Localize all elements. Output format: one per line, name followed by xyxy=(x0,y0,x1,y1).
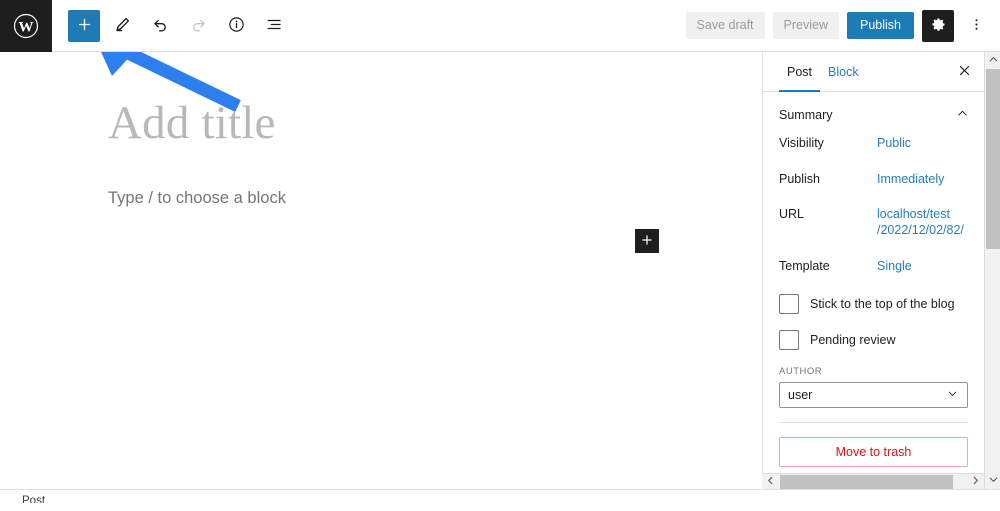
undo-button[interactable] xyxy=(144,10,176,42)
horizontal-scroll-thumb[interactable] xyxy=(780,475,953,489)
plus-icon xyxy=(640,233,654,250)
row-publish: Publish Immediately xyxy=(779,172,968,188)
redo-arrow-icon xyxy=(189,15,208,37)
chevron-up-icon xyxy=(988,52,999,70)
chevron-down-icon xyxy=(946,387,959,403)
publish-label: Publish xyxy=(779,171,820,186)
tab-post[interactable]: Post xyxy=(779,52,820,92)
editor-canvas[interactable]: Add title Type / to choose a block xyxy=(0,52,762,489)
svg-text:W: W xyxy=(18,18,33,35)
toolbar-right-group: Save draft Preview Publish xyxy=(685,9,1000,42)
editor-top-toolbar: W Save draft Preview Publish xyxy=(0,0,1000,52)
pending-review-checkbox[interactable] xyxy=(779,330,799,351)
paragraph-block-placeholder[interactable]: Type / to choose a block xyxy=(108,187,286,210)
summary-section-header[interactable]: Summary xyxy=(763,92,984,136)
scroll-left-button[interactable] xyxy=(762,474,779,490)
tab-block[interactable]: Block xyxy=(820,52,867,92)
settings-sidebar: Post Block Summary Visibility Public Pub… xyxy=(762,52,984,489)
visibility-label: Visibility xyxy=(779,136,824,150)
checkbox-pending-review-row[interactable]: Pending review xyxy=(779,330,968,351)
row-template: Template Single xyxy=(779,259,968,275)
summary-section-body: Visibility Public Publish Immediately UR… xyxy=(763,136,984,468)
author-select[interactable]: user xyxy=(779,382,968,409)
sidebar-tabs: Post Block xyxy=(763,52,984,92)
list-view-button[interactable] xyxy=(258,10,290,42)
save-draft-button[interactable]: Save draft xyxy=(685,12,765,39)
url-value-line-2: /2022/12/02/82/ xyxy=(877,222,964,237)
sidebar-horizontal-scrollbar[interactable] xyxy=(762,473,984,489)
close-sidebar-button[interactable] xyxy=(954,62,974,82)
publish-value[interactable]: Immediately xyxy=(877,172,944,188)
publish-button[interactable]: Publish xyxy=(847,12,914,39)
sticky-checkbox-label: Stick to the top of the blog xyxy=(810,297,955,312)
template-label: Template xyxy=(779,258,830,273)
page-bottom-padding xyxy=(0,503,1000,511)
block-inserter-button[interactable] xyxy=(68,9,100,42)
template-value[interactable]: Single xyxy=(877,259,912,275)
sidebar-divider xyxy=(779,422,968,424)
publish-value-line: Immediately xyxy=(877,171,945,186)
list-view-icon xyxy=(265,15,284,37)
scroll-down-button[interactable] xyxy=(985,472,1000,489)
visibility-value[interactable]: Public xyxy=(877,136,911,152)
tools-button[interactable] xyxy=(106,10,138,42)
wordpress-editor-window: W Save draft Preview Publish Add title T… xyxy=(0,0,1000,511)
post-title-input[interactable]: Add title xyxy=(108,97,276,150)
url-value-line-1: localhost/test xyxy=(877,207,950,222)
url-value[interactable]: localhost/test /2022/12/02/82/ xyxy=(877,207,964,238)
checkbox-sticky-row[interactable]: Stick to the top of the blog xyxy=(779,294,968,315)
url-label: URL xyxy=(779,207,805,222)
redo-button[interactable] xyxy=(182,10,214,42)
block-appender-button[interactable] xyxy=(635,229,659,253)
preview-button[interactable]: Preview xyxy=(772,12,839,39)
info-circle-icon xyxy=(227,15,246,37)
pending-review-checkbox-label: Pending review xyxy=(810,333,896,348)
sidebar-vertical-scrollbar[interactable] xyxy=(984,52,1000,489)
settings-button[interactable] xyxy=(922,9,954,42)
row-url: URL localhost/test /2022/12/02/82/ xyxy=(779,207,968,238)
scroll-up-button[interactable] xyxy=(985,52,1000,69)
undo-arrow-icon xyxy=(151,15,170,37)
gear-icon xyxy=(930,16,947,36)
close-icon xyxy=(957,63,972,81)
details-button[interactable] xyxy=(220,10,252,42)
pencil-icon xyxy=(113,15,132,37)
author-select-value: user xyxy=(788,388,813,403)
author-field-label: AUTHOR xyxy=(779,366,823,378)
row-visibility: Visibility Public xyxy=(779,136,968,152)
toolbar-left-group xyxy=(52,9,290,42)
ellipsis-vertical-icon xyxy=(968,16,985,36)
more-options-button[interactable] xyxy=(962,10,990,42)
sticky-checkbox[interactable] xyxy=(779,294,799,315)
chevron-up-icon xyxy=(955,106,970,124)
vertical-scroll-thumb[interactable] xyxy=(986,69,1000,249)
move-to-trash-button[interactable]: Move to trash xyxy=(779,437,968,468)
wordpress-logo-icon[interactable]: W xyxy=(0,0,52,52)
chevron-down-icon xyxy=(988,472,999,490)
template-value-line: Single xyxy=(877,258,912,273)
visibility-value-line: Public xyxy=(877,136,912,150)
plus-icon xyxy=(76,16,93,36)
summary-section-title: Summary xyxy=(779,108,833,122)
scroll-right-button[interactable] xyxy=(967,474,984,490)
